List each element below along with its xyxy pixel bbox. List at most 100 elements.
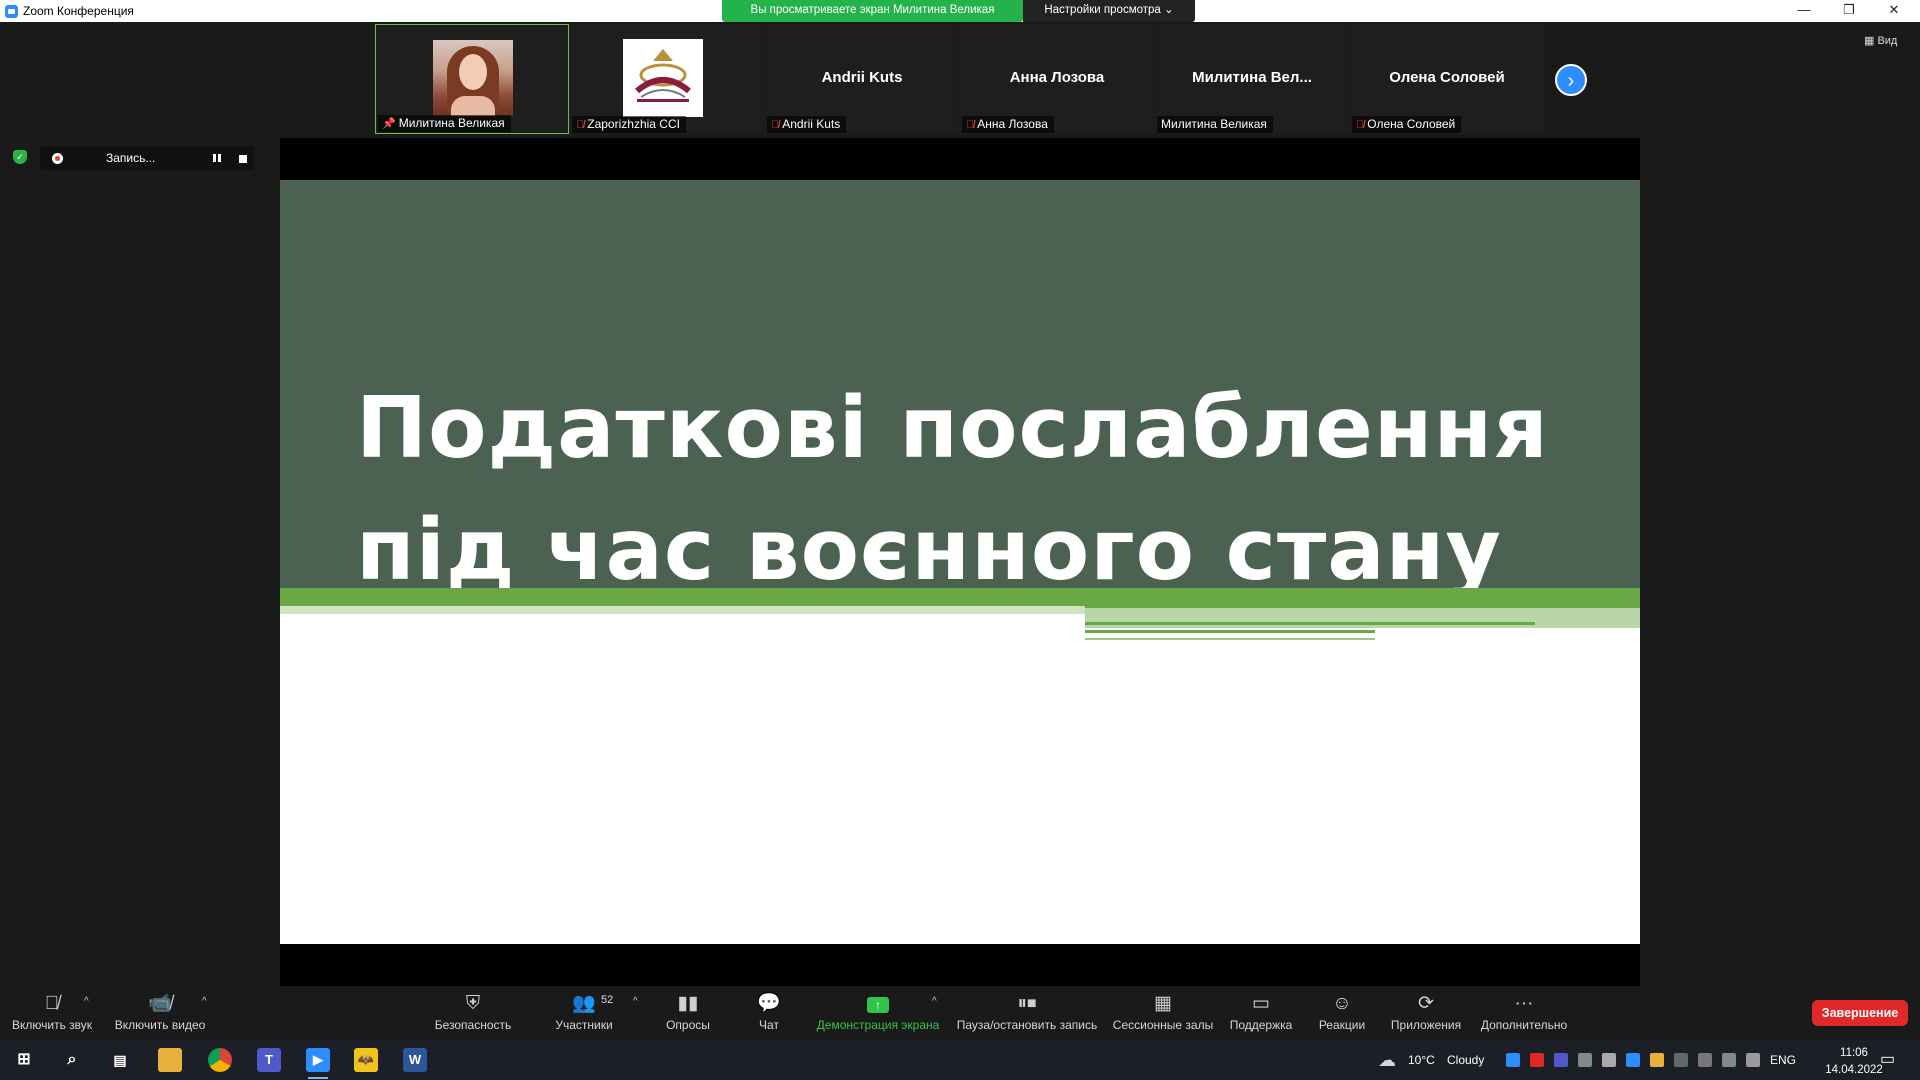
slide-accent-stripe xyxy=(280,606,1085,614)
batman-app-icon[interactable]: 🦇 xyxy=(354,1048,378,1072)
participant-label: 🎙̸ Zaporizhzhia CCI xyxy=(572,116,686,133)
share-screen-button[interactable]: ↑ Демонстрация экрана xyxy=(814,986,942,1040)
tray-app-icon[interactable] xyxy=(1506,1053,1520,1067)
polls-button[interactable]: ▮▮ Опросы xyxy=(658,986,718,1040)
apps-button[interactable]: ⟳ Приложения xyxy=(1386,986,1466,1040)
zoom-taskbar-icon[interactable]: ▶ xyxy=(306,1048,330,1079)
recording-status: Запись... xyxy=(106,151,156,165)
chat-button[interactable]: 💬 Чат xyxy=(748,986,790,1040)
teams-icon[interactable]: T xyxy=(257,1048,281,1072)
security-button[interactable]: ⛨ Безопасность xyxy=(432,986,514,1040)
tray-app-icon[interactable] xyxy=(1602,1053,1616,1067)
audio-options-caret[interactable]: ^ xyxy=(84,996,89,1007)
participant-name: Анна Лозова xyxy=(1009,69,1105,86)
file-explorer-icon[interactable] xyxy=(158,1048,182,1072)
tray-app-icon[interactable] xyxy=(1530,1053,1544,1067)
share-screen-icon: ↑ xyxy=(814,990,942,1018)
task-view-icon[interactable]: ▤ xyxy=(108,1048,132,1072)
participant-tile[interactable]: Andrii Kuts 🎙̸ Andrii Kuts xyxy=(765,24,959,134)
more-button[interactable]: ··· Дополнительно xyxy=(1476,986,1572,1040)
weather-temp[interactable]: 10°C xyxy=(1408,1040,1435,1080)
participant-label: 📌 Милитина Великая xyxy=(378,115,511,132)
window-title: Zoom Конференция xyxy=(23,4,134,18)
participant-label: 🎙̸ Andrii Kuts xyxy=(767,116,847,133)
tray-app-icon[interactable] xyxy=(1674,1053,1688,1067)
tray-app-icon[interactable] xyxy=(1578,1053,1592,1067)
bar-chart-icon: ▮▮ xyxy=(677,993,699,1014)
chat-icon: 💬 xyxy=(757,993,781,1014)
weather-cloud-icon[interactable]: ☁ xyxy=(1378,1040,1396,1080)
video-off-icon: 📹̸ xyxy=(148,993,172,1014)
view-settings-button[interactable]: Настройки просмотра ⌄ xyxy=(1023,0,1195,22)
end-meeting-button[interactable]: Завершение xyxy=(1812,1000,1908,1026)
tray-app-icon[interactable] xyxy=(1554,1053,1568,1067)
participant-tile[interactable]: Милитина Вел... Милитина Великая xyxy=(1155,24,1349,134)
participant-tile[interactable]: Олена Соловей 🎙̸ Олена Соловей xyxy=(1350,24,1544,134)
record-icon xyxy=(52,153,63,164)
participant-tile[interactable]: 📌 Милитина Великая xyxy=(375,24,569,134)
video-options-caret[interactable]: ^ xyxy=(202,996,207,1007)
close-button[interactable]: ✕ xyxy=(1872,0,1916,22)
participant-label: Милитина Великая xyxy=(1157,116,1273,133)
cast-icon: ▭ xyxy=(1252,993,1270,1014)
slide-accent-stripe xyxy=(1085,622,1535,625)
pause-icon[interactable] xyxy=(212,153,222,163)
participants-count: 52 xyxy=(601,994,614,1006)
tray-app-icon[interactable] xyxy=(1626,1053,1640,1067)
participant-name: Олена Соловей xyxy=(1389,69,1505,86)
next-page-button[interactable]: › xyxy=(1555,64,1587,96)
restore-button[interactable]: ❐ xyxy=(1827,0,1871,22)
start-video-button[interactable]: 📹̸ Включить видео xyxy=(112,986,208,1040)
unmute-button[interactable]: 🎙̸ Включить звук xyxy=(8,986,96,1040)
windows-start-icon[interactable]: ⊞ xyxy=(12,1048,36,1072)
participant-tile[interactable]: 🎙̸ Zaporizhzhia CCI xyxy=(570,24,764,134)
participant-photo xyxy=(433,40,513,116)
muted-mic-icon: 🎙̸ xyxy=(771,119,780,131)
participant-gallery: 📌 Милитина Великая 🎙̸ Zaporizhzhia CCI And… xyxy=(375,24,1545,136)
language-indicator[interactable]: ENG xyxy=(1770,1040,1796,1080)
share-options-caret[interactable]: ^ xyxy=(932,996,937,1007)
muted-mic-icon: 🎙̸ xyxy=(44,993,60,1014)
muted-mic-icon: 🎙̸ xyxy=(576,119,585,131)
microphone-icon[interactable] xyxy=(1722,1053,1736,1067)
slide-title: Податкові послаблення під час воєнного с… xyxy=(356,379,1549,600)
participants-caret[interactable]: ^ xyxy=(633,996,638,1007)
slide-accent-stripe xyxy=(1085,630,1375,633)
participant-label: 🎙̸ Анна Лозова xyxy=(962,116,1054,133)
recording-bar: Запись... xyxy=(40,146,254,170)
volume-icon[interactable] xyxy=(1746,1053,1760,1067)
participant-name: Милитина Вел... xyxy=(1192,69,1312,86)
reactions-button[interactable]: ☺ Реакции xyxy=(1312,986,1372,1040)
meeting-toolbar: 🎙̸ Включить звук ^ 📹̸ Включить видео ^ ⛨… xyxy=(0,986,1920,1040)
presentation-slide: Податкові послаблення під час воєнного с… xyxy=(280,180,1640,944)
slide-accent-stripe xyxy=(280,588,1640,608)
clock[interactable]: 11:06 14.04.2022 xyxy=(1822,1046,1886,1080)
breakout-rooms-button[interactable]: ▦ Сессионные залы xyxy=(1112,986,1214,1040)
more-icon: ··· xyxy=(1514,993,1534,1014)
participant-name: Andrii Kuts xyxy=(821,69,903,86)
weather-condition[interactable]: Cloudy xyxy=(1447,1040,1484,1080)
participant-tile[interactable]: Анна Лозова 🎙̸ Анна Лозова xyxy=(960,24,1154,134)
pause-stop-recording-button[interactable]: ⏸⏹ Пауза/остановить запись xyxy=(955,986,1099,1040)
support-button[interactable]: ▭ Поддержка xyxy=(1226,986,1296,1040)
stop-icon[interactable] xyxy=(239,155,247,163)
windows-taskbar: ⊞ ⌕ ▤ T ▶ 🦇 W ☁ 10°C Cloudy ENG 11:06 14… xyxy=(0,1040,1920,1080)
network-icon[interactable] xyxy=(1698,1053,1712,1067)
shield-icon[interactable]: ✓ xyxy=(13,150,27,164)
view-button[interactable]: ▦ Вид xyxy=(1864,34,1897,47)
zoom-app-icon xyxy=(5,5,18,18)
tray-app-icon[interactable] xyxy=(1650,1053,1664,1067)
shared-screen: Податкові послаблення під час воєнного с… xyxy=(280,138,1640,986)
notifications-icon[interactable]: ▭ xyxy=(1880,1040,1895,1080)
emoji-icon: ☺ xyxy=(1332,993,1352,1014)
muted-mic-icon: 🎙̸ xyxy=(1356,119,1365,131)
minimize-button[interactable]: — xyxy=(1782,0,1826,22)
shield-icon: ⛨ xyxy=(465,993,481,1014)
grid-icon: ▦ xyxy=(1154,993,1172,1014)
search-icon[interactable]: ⌕ xyxy=(60,1048,84,1072)
chrome-icon[interactable] xyxy=(208,1048,232,1072)
slide-accent-stripe xyxy=(1085,638,1375,640)
muted-mic-icon: 🎙̸ xyxy=(966,119,975,131)
pin-icon: 📌 xyxy=(382,118,396,130)
word-icon[interactable]: W xyxy=(403,1048,427,1072)
